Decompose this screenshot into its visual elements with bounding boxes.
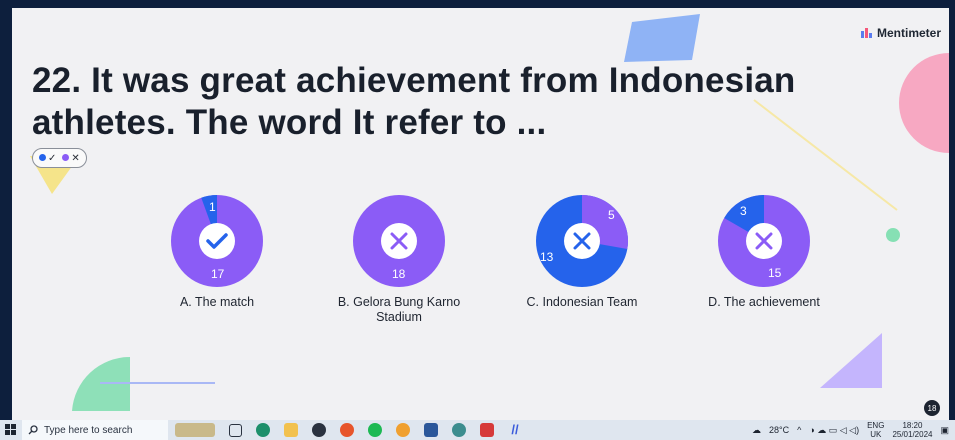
pie-chart-c: 5 13 bbox=[536, 195, 628, 287]
tray-chevron-up-icon[interactable]: ^ bbox=[797, 425, 801, 435]
chrome-icon[interactable] bbox=[340, 423, 354, 437]
legend-incorrect: ✕ bbox=[62, 152, 80, 164]
task-view-icon[interactable] bbox=[229, 423, 242, 437]
pie-large-number-b: 18 bbox=[392, 267, 406, 281]
word-icon[interactable] bbox=[424, 423, 438, 437]
pie-chart-b: 18 bbox=[353, 195, 445, 287]
spotify-icon[interactable] bbox=[368, 423, 382, 437]
pie-option-d: 3 15 D. The achievement bbox=[699, 193, 829, 310]
cross-icon: ✕ bbox=[71, 152, 80, 164]
pink-circle-decoration bbox=[899, 53, 949, 153]
notification-count: 18 bbox=[928, 404, 937, 413]
clock-time: 18:20 bbox=[902, 421, 923, 430]
language-code: ENG bbox=[867, 421, 885, 430]
pie-center-a bbox=[199, 223, 235, 259]
window-top-frame bbox=[0, 0, 955, 8]
taskbar-search[interactable]: Type here to search bbox=[22, 420, 168, 440]
option-label-a: A. The match bbox=[179, 295, 255, 309]
brand-name: Mentimeter bbox=[876, 26, 941, 40]
window-left-frame bbox=[0, 0, 12, 420]
clock[interactable]: 18:20 25/01/2024 bbox=[892, 421, 932, 439]
system-tray: ☁ 28°C ^ ◑ ☁ ▭ ◁ ◁) ENG UK 18:20 25/01/2… bbox=[752, 420, 949, 440]
pie-option-b: 18 B. Gelora Bung Karno Stadium bbox=[334, 193, 464, 325]
clock-date: 25/01/2024 bbox=[892, 430, 933, 439]
windows-logo-icon bbox=[5, 424, 16, 435]
weather-cloud-icon[interactable]: ☁ bbox=[752, 425, 761, 436]
pie-large-number-a: 17 bbox=[211, 267, 225, 281]
pdf-app-icon[interactable] bbox=[480, 423, 494, 437]
slash-app-icon[interactable]: // bbox=[508, 423, 522, 437]
option-label-b: B. Gelora Bung Karno Stadium bbox=[337, 295, 461, 324]
option-label-d: D. The achievement bbox=[708, 295, 820, 309]
browser-icon[interactable] bbox=[452, 423, 466, 437]
purple-triangle-decoration bbox=[820, 333, 882, 388]
search-icon bbox=[28, 425, 38, 435]
check-icon: ✓ bbox=[48, 152, 57, 164]
pie-option-c: 5 13 C. Indonesian Team bbox=[517, 193, 647, 310]
language-region: UK bbox=[870, 430, 882, 439]
mentimeter-brand: Mentimeter bbox=[860, 26, 941, 40]
weather-temperature[interactable]: 28°C bbox=[769, 425, 789, 435]
chrome-profile-icon[interactable] bbox=[396, 423, 410, 437]
green-quarter-circle-decoration bbox=[72, 356, 215, 411]
search-placeholder: Type here to search bbox=[44, 424, 133, 436]
pie-large-number-c: 13 bbox=[540, 250, 554, 264]
option-label-c: C. Indonesian Team bbox=[526, 295, 638, 309]
mentimeter-logo-icon bbox=[860, 28, 872, 38]
purple-dot-icon bbox=[62, 153, 70, 161]
question-title: 22. It was great achievement from Indone… bbox=[32, 61, 796, 142]
pie-small-number-a: 1 bbox=[209, 200, 216, 214]
pie-option-a: 1 17 A. The match bbox=[152, 193, 282, 310]
window-right-frame bbox=[949, 0, 955, 420]
language-indicator[interactable]: ENG UK bbox=[867, 421, 884, 439]
green-dot-decoration bbox=[886, 228, 900, 242]
whatsapp-icon[interactable] bbox=[312, 423, 326, 437]
pie-large-number-d: 15 bbox=[768, 266, 782, 280]
answer-legend[interactable]: ✓ ✕ bbox=[32, 148, 87, 168]
legend-correct: ✓ bbox=[39, 153, 56, 164]
edge-browser-icon[interactable] bbox=[256, 423, 270, 437]
start-button[interactable] bbox=[0, 420, 22, 440]
notification-badge[interactable]: 18 bbox=[922, 398, 942, 418]
presentation-slide: Mentimeter 22. It was great achievement … bbox=[12, 8, 949, 420]
pie-small-number-d: 3 bbox=[740, 204, 747, 218]
windows-taskbar: Type here to search // ☁ 28°C ^ ◑ ☁ ▭ ◁ … bbox=[0, 420, 955, 440]
pie-small-number-c: 5 bbox=[608, 208, 615, 222]
blue-dot-icon bbox=[39, 153, 46, 161]
pie-chart-d: 3 15 bbox=[718, 195, 810, 287]
news-widget-icon[interactable] bbox=[175, 423, 215, 437]
tray-icons[interactable]: ◑ ☁ ▭ ◁ ◁) bbox=[809, 425, 859, 436]
pie-chart-a: 1 17 bbox=[171, 195, 263, 287]
file-explorer-icon[interactable] bbox=[284, 423, 298, 437]
notifications-icon[interactable]: ▣ bbox=[940, 425, 949, 436]
blue-parallelogram-decoration bbox=[624, 14, 700, 62]
